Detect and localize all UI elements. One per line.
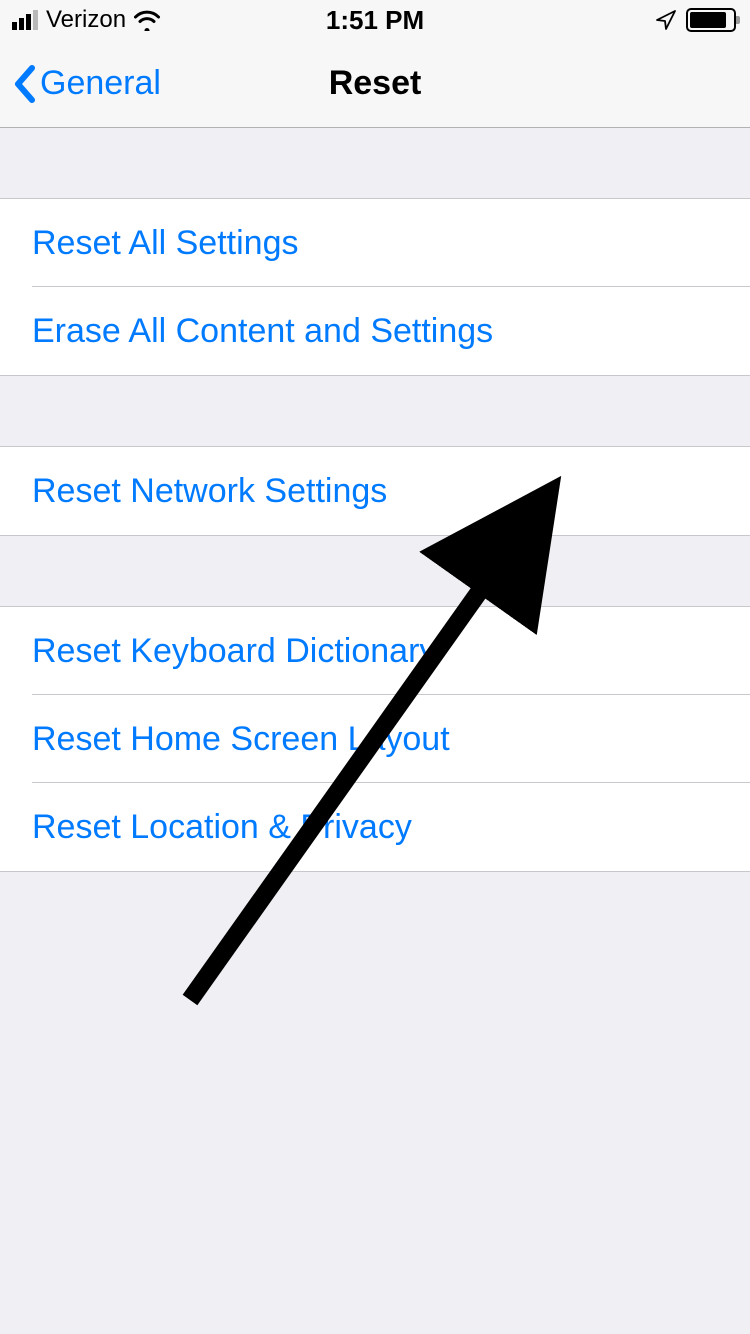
reset-group-3: Reset Keyboard Dictionary Reset Home Scr…	[0, 606, 750, 872]
list-item-label: Erase All Content and Settings	[32, 312, 493, 351]
status-right	[654, 8, 736, 32]
battery-icon	[686, 8, 736, 32]
carrier-label: Verizon	[46, 6, 126, 34]
status-left: Verizon	[12, 6, 162, 34]
reset-keyboard-dictionary-item[interactable]: Reset Keyboard Dictionary	[0, 607, 750, 695]
chevron-left-icon	[12, 64, 36, 104]
list-item-label: Reset Keyboard Dictionary	[32, 632, 436, 671]
back-button[interactable]: General	[12, 64, 161, 104]
section-spacer	[0, 128, 750, 198]
status-time: 1:51 PM	[326, 5, 424, 36]
list-item-label: Reset Location & Privacy	[32, 808, 412, 847]
cellular-signal-icon	[12, 10, 38, 30]
erase-all-content-item[interactable]: Erase All Content and Settings	[0, 287, 750, 375]
wifi-icon	[132, 9, 162, 31]
reset-network-settings-item[interactable]: Reset Network Settings	[0, 447, 750, 535]
reset-location-privacy-item[interactable]: Reset Location & Privacy	[0, 783, 750, 871]
list-item-label: Reset All Settings	[32, 224, 298, 263]
nav-bar: General Reset	[0, 40, 750, 128]
reset-home-screen-layout-item[interactable]: Reset Home Screen Layout	[0, 695, 750, 783]
status-bar: Verizon 1:51 PM	[0, 0, 750, 40]
reset-group-2: Reset Network Settings	[0, 446, 750, 536]
back-label: General	[40, 64, 161, 103]
page-title: Reset	[329, 64, 422, 103]
reset-group-1: Reset All Settings Erase All Content and…	[0, 198, 750, 376]
section-spacer	[0, 376, 750, 446]
list-item-label: Reset Home Screen Layout	[32, 720, 450, 759]
reset-all-settings-item[interactable]: Reset All Settings	[0, 199, 750, 287]
list-item-label: Reset Network Settings	[32, 472, 387, 511]
section-spacer	[0, 536, 750, 606]
location-icon	[654, 8, 678, 32]
